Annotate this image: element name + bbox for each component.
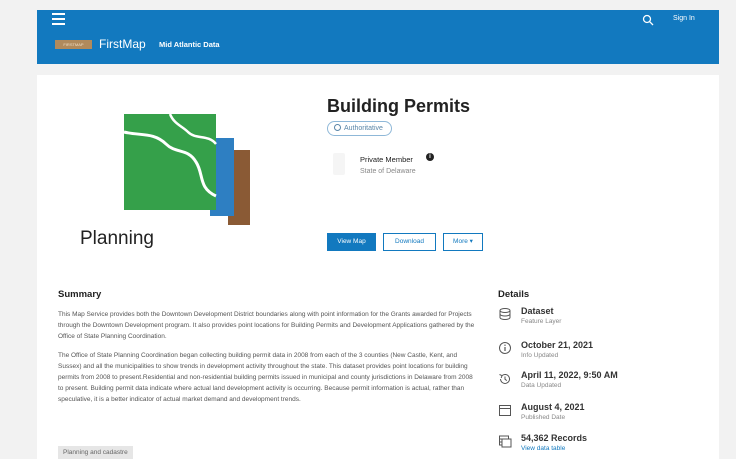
history-icon: [499, 373, 510, 384]
detail-data-updated-label: Data Updated: [521, 382, 562, 389]
summary-heading: Summary: [58, 289, 102, 300]
thumbnail-caption: Planning: [80, 228, 154, 249]
item-title: Building Permits: [327, 96, 471, 116]
detail-published-value: August 4, 2021: [521, 402, 585, 412]
authoritative-badge: Authoritative: [327, 121, 392, 136]
more-dropdown-button[interactable]: More ▾: [443, 233, 483, 251]
app-title[interactable]: FirstMap: [99, 37, 146, 51]
app-subtitle[interactable]: Mid Atlantic Data: [159, 40, 220, 49]
sign-in-link[interactable]: Sign In: [673, 15, 695, 22]
table-icon: [499, 435, 512, 448]
app-header: Sign In FIRSTMAP FirstMap Mid Atlantic D…: [37, 10, 719, 64]
authoritative-check-icon: [334, 124, 341, 131]
detail-data-updated-value: April 11, 2022, 9:50 AM: [521, 370, 618, 380]
search-icon[interactable]: [642, 14, 654, 26]
owner-organization: State of Delaware: [360, 168, 416, 175]
detail-info-updated-label: Info Updated: [521, 352, 559, 359]
category-tag[interactable]: Planning and cadastre: [58, 446, 133, 459]
detail-type-value: Dataset: [521, 306, 554, 316]
view-data-table-link[interactable]: View data table: [521, 445, 565, 452]
badge-label: Authoritative: [344, 125, 383, 132]
item-thumbnail: Planning: [58, 92, 310, 253]
view-map-button[interactable]: View Map: [327, 233, 376, 251]
database-icon: [499, 308, 511, 321]
download-button[interactable]: Download: [383, 233, 436, 251]
detail-info-updated-value: October 21, 2021: [521, 340, 594, 350]
detail-records-value: 54,362 Records: [521, 433, 588, 443]
owner-name[interactable]: Private Member: [360, 155, 413, 164]
summary-paragraph: The Office of State Planning Coordinatio…: [58, 352, 473, 403]
calendar-icon: [499, 405, 511, 416]
hamburger-menu-icon[interactable]: [52, 13, 65, 25]
details-heading: Details: [498, 289, 530, 300]
owner-avatar[interactable]: [333, 153, 345, 175]
info-circle-icon: [499, 342, 511, 354]
summary-paragraph: This Map Service provides both the Downt…: [58, 311, 475, 340]
detail-type-label: Feature Layer: [521, 318, 562, 325]
firstmap-logo[interactable]: FIRSTMAP: [55, 40, 92, 49]
detail-published-label: Published Date: [521, 414, 566, 421]
info-icon[interactable]: i: [426, 153, 434, 161]
